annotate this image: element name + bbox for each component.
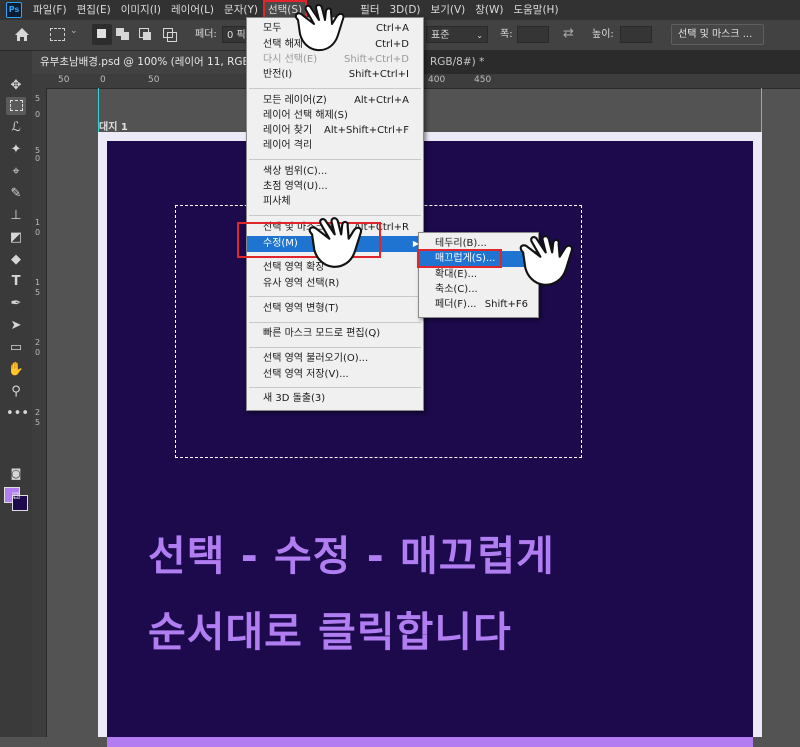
select-menu-dropdown: 모두 Ctrl+A 선택 해제 Ctrl+D 다시 선택(E) Shift+Ctrl+… bbox=[246, 17, 424, 411]
pen-tool-icon[interactable]: ✒ bbox=[6, 295, 26, 313]
ruler-label: 5 bbox=[35, 94, 41, 103]
menu-separator bbox=[249, 88, 421, 89]
style-select[interactable]: 표준 ⌄ bbox=[426, 26, 488, 43]
pointer-hand-icon bbox=[308, 217, 363, 268]
more-tools-icon[interactable]: ••• bbox=[6, 405, 29, 423]
path-select-icon[interactable]: ➤ bbox=[6, 317, 26, 335]
ruler-label: 450 bbox=[474, 75, 492, 85]
move-tool-icon[interactable]: ✥ bbox=[6, 77, 26, 95]
style-select-value: 표준 bbox=[431, 30, 450, 41]
menu-item-subject[interactable]: 피사체 bbox=[247, 194, 423, 210]
menu-item-color-range[interactable]: 색상 범위(C)... bbox=[247, 164, 423, 180]
home-icon[interactable] bbox=[14, 27, 30, 42]
ruler-label: 1 bbox=[35, 218, 41, 227]
menu-help[interactable]: 도움말(H) bbox=[508, 0, 563, 20]
eraser-tool-icon[interactable]: ◩ bbox=[6, 229, 26, 247]
rectangle-tool-icon[interactable]: ▭ bbox=[6, 339, 26, 357]
feather-label: 페더: bbox=[195, 29, 217, 40]
menu-separator bbox=[249, 322, 421, 323]
select-and-mask-button[interactable]: 선택 및 마스크 ... bbox=[671, 24, 764, 45]
zoom-tool-icon[interactable]: ⚲ bbox=[6, 383, 26, 401]
menu-separator bbox=[249, 387, 421, 388]
artboard-label[interactable]: 대지 1 bbox=[99, 118, 128, 133]
height-label: 높이: bbox=[592, 29, 614, 40]
ruler-label: 0 bbox=[35, 110, 41, 119]
marquee-tool-icon[interactable] bbox=[50, 28, 65, 41]
ruler-label: 0 bbox=[35, 348, 41, 357]
eyedropper-icon[interactable]: ⌖ bbox=[6, 163, 26, 181]
screen-mode-icon[interactable]: ⧉ bbox=[6, 487, 26, 505]
ruler-label: 0 bbox=[35, 154, 41, 163]
menu-item-similar[interactable]: 유사 영역 선택(R) bbox=[247, 276, 423, 292]
hand-tool-icon[interactable]: ✋ bbox=[6, 361, 26, 379]
ruler-label: 2 bbox=[35, 338, 41, 347]
subtract-selection-icon-part bbox=[143, 32, 151, 40]
ruler-label: 2 bbox=[35, 408, 41, 417]
canvas-heading-line1: 선택 - 수정 - 매끄럽게 bbox=[148, 532, 555, 580]
ruler-label: 5 bbox=[35, 288, 41, 297]
chevron-down-icon: ⌄ bbox=[476, 31, 483, 40]
photoshop-logo: Ps bbox=[6, 2, 22, 18]
tools-panel: ✥ ℒ ✦ ⌖ ✎ ⊥ ◩ ◆ T ✒ ➤ ▭ ✋ ⚲ ••• ◙ ⧉ bbox=[0, 51, 33, 737]
menu-item-save-selection[interactable]: 선택 영역 저장(V)... bbox=[247, 367, 423, 383]
menu-item-new-3d-extrusion[interactable]: 새 3D 돌출(3) bbox=[247, 391, 423, 407]
canvas-heading-line2: 순서대로 클릭합니다 bbox=[148, 608, 512, 656]
brush-tool-icon[interactable]: ✎ bbox=[6, 185, 26, 203]
menu-item-transform-selection[interactable]: 선택 영역 변형(T) bbox=[247, 301, 423, 317]
ruler-label: 400 bbox=[428, 75, 446, 85]
menu-item-focus-area[interactable]: 초점 영역(U)... bbox=[247, 179, 423, 195]
magic-wand-icon[interactable]: ✦ bbox=[6, 141, 26, 159]
pointer-hand-icon bbox=[294, 4, 345, 52]
ruler-label: 50 bbox=[148, 75, 160, 85]
menu-separator bbox=[249, 296, 421, 297]
menu-item-deselect-layers[interactable]: 레이어 선택 해제(S) bbox=[247, 108, 423, 124]
height-input[interactable] bbox=[620, 26, 652, 43]
add-selection-icon-part bbox=[121, 32, 129, 40]
new-selection-button[interactable] bbox=[92, 24, 112, 45]
marquee-tool-icon[interactable] bbox=[6, 97, 26, 115]
menu-file[interactable]: 파일(F) bbox=[28, 0, 72, 20]
tab-document-title: 유부초남배경.psd @ 100% (레이어 11, RGB/8#) bbox=[40, 56, 273, 68]
menu-item-quick-mask[interactable]: 빠른 마스크 모드로 편집(Q) bbox=[247, 326, 423, 342]
swap-dimensions-icon[interactable]: ⇄ bbox=[563, 26, 574, 41]
intersect-selection-icon-part bbox=[167, 32, 177, 42]
gradient-tool-icon[interactable]: ◆ bbox=[6, 251, 26, 269]
ruler-label: 5 bbox=[35, 418, 41, 427]
menu-item-inverse[interactable]: 반전(I) Shift+Ctrl+I bbox=[247, 67, 423, 83]
menu-window[interactable]: 창(W) bbox=[470, 0, 508, 20]
ruler-label: 0 bbox=[35, 228, 41, 237]
menu-image[interactable]: 이미지(I) bbox=[116, 0, 166, 20]
quick-mask-icon[interactable]: ◙ bbox=[6, 465, 26, 483]
menu-edit[interactable]: 편집(E) bbox=[72, 0, 116, 20]
menu-item-reselect[interactable]: 다시 선택(E) Shift+Ctrl+D bbox=[247, 52, 423, 68]
menu-item-load-selection[interactable]: 선택 영역 불러오기(O)... bbox=[247, 351, 423, 367]
width-input[interactable] bbox=[517, 26, 549, 43]
stamp-tool-icon[interactable]: ⊥ bbox=[6, 207, 26, 225]
vertical-ruler: 5 0 5 0 1 0 1 5 2 0 2 5 bbox=[32, 88, 47, 737]
tab-document-2[interactable]: RGB/8#) * bbox=[422, 51, 492, 74]
tool-preset-chevron-icon[interactable]: ⌄ bbox=[70, 26, 78, 36]
menu-separator bbox=[249, 347, 421, 348]
guide-line bbox=[761, 88, 762, 132]
width-label: 폭: bbox=[500, 29, 513, 40]
menu-layer[interactable]: 레이어(L) bbox=[166, 0, 219, 20]
lasso-tool-icon[interactable]: ℒ bbox=[6, 119, 26, 137]
ruler-label: 0 bbox=[100, 75, 106, 85]
ruler-label: 50 bbox=[58, 75, 70, 85]
menu-separator bbox=[249, 159, 421, 160]
ruler-label: 1 bbox=[35, 278, 41, 287]
pointer-hand-icon bbox=[519, 235, 574, 286]
submenu-item-feather[interactable]: 페더(F)... Shift+F6 bbox=[419, 297, 538, 313]
menu-item-isolate-layers[interactable]: 레이어 격리 bbox=[247, 138, 423, 154]
menu-view[interactable]: 보기(V) bbox=[426, 0, 471, 20]
type-tool-icon[interactable]: T bbox=[6, 273, 26, 291]
tab-document[interactable]: 유부초남배경.psd @ 100% (레이어 11, RGB/8#) bbox=[32, 51, 281, 74]
menu-item-find-layers[interactable]: 레이어 찾기 Alt+Shift+Ctrl+F bbox=[247, 123, 423, 139]
menu-item-all-layers[interactable]: 모든 레이어(Z) Alt+Ctrl+A bbox=[247, 93, 423, 109]
tab-document-2-title: RGB/8#) * bbox=[430, 56, 485, 68]
